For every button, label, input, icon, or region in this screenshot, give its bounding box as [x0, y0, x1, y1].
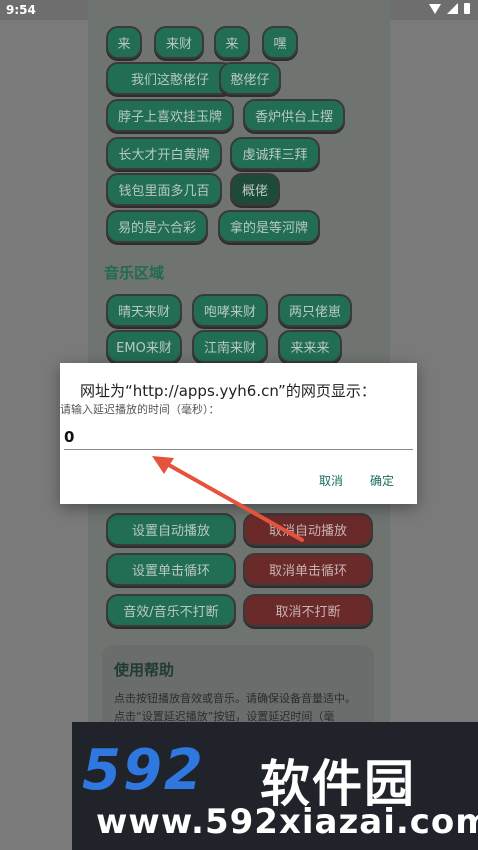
annotation-arrow-icon: [152, 456, 304, 542]
set-loop-button[interactable]: 设置单击循环: [106, 553, 236, 586]
watermark-url: www.592xiazai.com: [96, 802, 478, 842]
sound-button[interactable]: 来: [106, 26, 142, 59]
dialog-message: 请输入延迟播放的时间（毫秒）：: [60, 403, 220, 416]
sound-button[interactable]: 来: [214, 26, 250, 59]
status-icons: [429, 3, 470, 14]
cancel-button[interactable]: 取消: [319, 472, 343, 489]
watermark-logo-number: 592: [82, 738, 205, 803]
status-time: 9:54: [6, 3, 36, 17]
music-button[interactable]: 两只佬崽: [278, 294, 352, 327]
cancel-loop-button[interactable]: 取消单击循环: [243, 553, 373, 586]
sound-button[interactable]: 钱包里面多几百: [106, 173, 222, 206]
help-text-line: 点击按钮播放音效或音乐。请确保设备音量适中。: [114, 692, 356, 705]
music-button[interactable]: 咆哮来财: [192, 294, 268, 327]
dialog-title: 网址为“http://apps.yyh6.cn”的网页显示：: [80, 382, 376, 400]
sound-button[interactable]: 我们这憨佬仔: [106, 62, 234, 95]
sound-button[interactable]: 憨佬仔: [219, 62, 281, 95]
music-button[interactable]: EMO来财: [106, 330, 182, 363]
music-button[interactable]: 来来来: [278, 330, 342, 363]
wifi-icon: [429, 3, 441, 14]
ok-button[interactable]: 确定: [370, 472, 394, 489]
cancel-no-interrupt-button[interactable]: 取消不打断: [243, 594, 373, 627]
sound-button[interactable]: 虔诚拜三拜: [230, 137, 320, 170]
music-section-title: 音乐区域: [104, 264, 165, 282]
music-button[interactable]: 晴天来财: [106, 294, 182, 327]
delay-input[interactable]: [64, 424, 413, 450]
sound-button[interactable]: 概佬: [230, 173, 280, 206]
music-button[interactable]: 江南来财: [192, 330, 268, 363]
sound-button[interactable]: 拿的是等河牌: [218, 210, 320, 243]
sound-button[interactable]: 易的是六合彩: [106, 210, 208, 243]
sound-button[interactable]: 脖子上喜欢挂玉牌: [106, 99, 234, 132]
no-interrupt-button[interactable]: 音效/音乐不打断: [106, 594, 236, 627]
sound-button[interactable]: 来财: [154, 26, 204, 59]
sound-button[interactable]: 嘿: [262, 26, 298, 59]
signal-icon: [447, 3, 458, 14]
sound-button[interactable]: 长大才开白黄牌: [106, 137, 222, 170]
sound-button[interactable]: 香炉供台上摆: [243, 99, 345, 132]
battery-icon: [464, 3, 470, 14]
help-title: 使用帮助: [114, 661, 175, 679]
